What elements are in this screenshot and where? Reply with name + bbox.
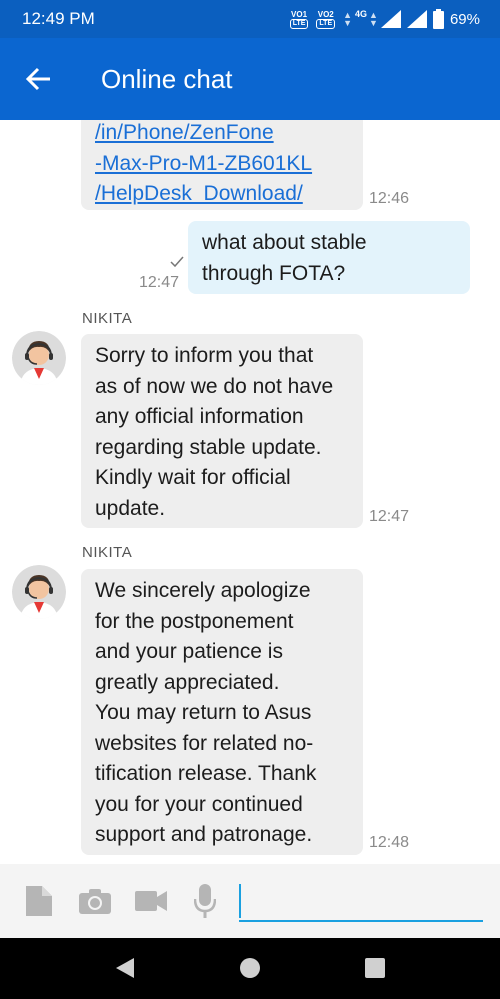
network-type: 4G <box>355 9 368 19</box>
agent-avatar-icon <box>12 331 66 385</box>
status-icons: VO1 LTE VO2 LTE ▲ ▼ 4G ▲ ▼ 69% <box>289 8 480 30</box>
sim2-label: VO2 <box>317 9 334 19</box>
battery-icon <box>432 9 444 29</box>
triangle-back-icon <box>116 958 134 978</box>
message-text-line: Kindly wait for official <box>95 466 291 489</box>
text-cursor <box>239 884 241 918</box>
sim2-volte-icon: VO2 LTE <box>316 9 336 29</box>
nav-recents-button[interactable] <box>365 958 385 983</box>
message-timestamp: 12:46 <box>369 190 410 207</box>
sender-name: NIKITA <box>82 544 133 561</box>
signal-icon-2 <box>406 10 427 28</box>
chat-message-list[interactable]: /in/Phone/ZenFone -Max-Pro-M1-ZB601KL /H… <box>0 120 500 864</box>
message-text-line: through FOTA? <box>202 261 346 285</box>
page-title: Online chat <box>101 64 233 94</box>
avatar <box>12 565 66 619</box>
file-icon <box>26 886 52 916</box>
message-bubble-incoming: We sincerely apologize for the postponem… <box>81 569 363 855</box>
message-bubble-incoming: /in/Phone/ZenFone -Max-Pro-M1-ZB601KL /H… <box>81 120 363 210</box>
video-button[interactable] <box>135 891 167 916</box>
message-text-line: for the postponement <box>95 609 294 633</box>
status-bar: 12:49 PM VO1 LTE VO2 LTE ▲ ▼ 4G ▲ ▼ 69% <box>0 0 500 38</box>
message-link-line[interactable]: /HelpDesk_Download/ <box>95 179 363 210</box>
video-icon <box>135 891 167 911</box>
status-time: 12:49 PM <box>22 9 95 28</box>
message-input[interactable] <box>239 884 483 922</box>
camera-icon <box>79 889 111 914</box>
message-text-line: what about stable <box>202 231 367 254</box>
data-activity-icon-2: ▲ ▼ <box>369 10 378 28</box>
message-text-line: websites for related no- <box>95 731 314 755</box>
message-link-line[interactable]: /in/Phone/ZenFone <box>95 120 363 149</box>
back-button[interactable] <box>22 62 56 96</box>
signal-icon-1 <box>380 10 401 28</box>
avatar <box>12 331 66 385</box>
agent-avatar-icon <box>12 565 66 619</box>
arrow-left-icon <box>25 67 50 91</box>
data-activity-icon: ▲ ▼ <box>343 10 353 28</box>
app-bar: Online chat <box>0 38 500 120</box>
nav-back-button[interactable] <box>114 956 136 985</box>
camera-button[interactable] <box>79 888 111 919</box>
message-input-bar <box>0 864 500 938</box>
message-link-line[interactable]: -Max-Pro-M1-ZB601KL <box>95 149 363 180</box>
sim1-lte-label: LTE <box>289 18 309 29</box>
sent-check-icon <box>170 256 184 268</box>
attach-file-button[interactable] <box>26 886 52 921</box>
battery-percent: 69% <box>449 10 480 28</box>
sim2-lte-label: LTE <box>316 18 336 29</box>
message-text-line: update. <box>95 496 166 520</box>
message-text-line: any official information <box>95 405 304 428</box>
nav-home-button[interactable] <box>239 957 261 984</box>
message-bubble-incoming: Sorry to inform you that as of now we do… <box>81 334 363 528</box>
circle-home-icon <box>240 958 260 978</box>
message-text-line: We sincerely apologize <box>95 579 311 602</box>
square-recents-icon <box>365 958 385 978</box>
message-text-line: greatly appreciated. <box>95 670 280 694</box>
message-text-line: you for your continued <box>95 792 303 816</box>
message-text-line: support and patronage. <box>95 823 313 846</box>
sender-name: NIKITA <box>82 310 133 327</box>
message-text-line: tification release. Thank <box>95 762 317 785</box>
message-text-line: as of now we do not have <box>95 374 334 398</box>
message-timestamp: 12:48 <box>369 834 410 851</box>
message-text-line: Sorry to inform you that <box>95 344 314 367</box>
sim1-label: VO1 <box>291 9 308 19</box>
message-text-line: You may return to Asus <box>95 701 312 724</box>
message-bubble-outgoing: what about stable through FOTA? <box>188 221 470 294</box>
microphone-icon <box>193 884 217 918</box>
sim1-volte-icon: VO1 LTE <box>289 9 309 29</box>
message-timestamp: 12:47 <box>139 274 180 291</box>
message-text-line: regarding stable update. <box>95 435 322 459</box>
voice-record-button[interactable] <box>193 884 217 923</box>
system-navigation-bar <box>0 938 500 999</box>
message-timestamp: 12:47 <box>369 508 410 525</box>
message-text-line: and your patience is <box>95 640 283 663</box>
